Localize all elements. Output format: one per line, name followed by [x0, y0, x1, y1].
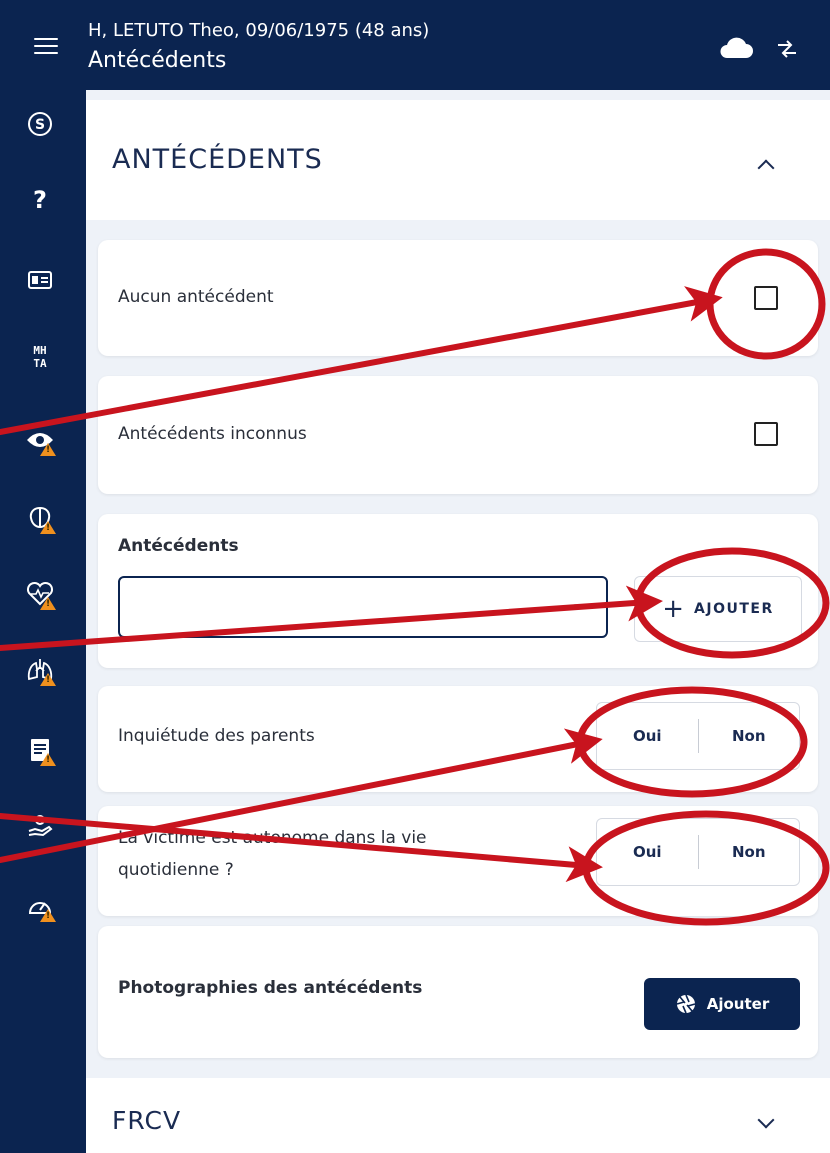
camera-aperture-icon — [676, 994, 695, 1014]
hand-care-icon[interactable] — [22, 808, 58, 844]
warning-icon — [40, 753, 56, 766]
parents-concern-toggle: Oui Non — [596, 702, 800, 770]
card-parents-concern: Inquiétude des parents Oui Non — [98, 686, 818, 792]
s-circle-icon[interactable]: S — [22, 106, 58, 142]
lungs-icon[interactable] — [22, 652, 58, 688]
svg-text:S: S — [35, 117, 45, 133]
unknown-history-label: Antécédents inconnus — [118, 424, 307, 444]
autonomy-label: La victime est autonome dans la vie quot… — [118, 822, 427, 886]
autonomy-yes-option[interactable]: Oui — [597, 843, 698, 861]
card-autonomy: La victime est autonome dans la vie quot… — [98, 806, 818, 916]
unknown-history-checkbox[interactable] — [754, 422, 778, 446]
add-photo-button[interactable]: Ajouter — [644, 978, 800, 1030]
add-history-label: AJOUTER — [694, 601, 774, 617]
warning-icon — [40, 673, 56, 686]
svg-text:MH: MH — [33, 344, 46, 357]
parents-concern-label: Inquiétude des parents — [118, 726, 315, 746]
autonomy-label-line2: quotidienne ? — [118, 860, 234, 880]
card-unknown-history: Antécédents inconnus — [98, 376, 818, 494]
parents-yes-option[interactable]: Oui — [597, 727, 698, 745]
add-photo-label: Ajouter — [706, 995, 770, 1013]
history-list-label: Antécédents — [118, 536, 239, 556]
add-history-button[interactable]: + AJOUTER — [634, 576, 802, 642]
cloud-icon[interactable] — [718, 36, 754, 60]
plus-icon: + — [662, 594, 685, 624]
chevron-up-icon[interactable] — [757, 159, 775, 177]
warning-icon — [40, 597, 56, 610]
sync-icon[interactable] — [776, 40, 798, 58]
card-history-list: Antécédents + AJOUTER — [98, 514, 818, 668]
card-photos: Photographies des antécédents Ajouter — [98, 926, 818, 1058]
eye-icon[interactable] — [22, 422, 58, 458]
autonomy-toggle: Oui Non — [596, 818, 800, 886]
warning-icon — [40, 521, 56, 534]
section-header-frcv[interactable]: FRCV — [86, 1078, 830, 1153]
gauge-icon[interactable] — [22, 888, 58, 924]
photos-label: Photographies des antécédents — [118, 978, 423, 998]
no-history-label: Aucun antécédent — [118, 287, 274, 307]
hamburger-menu-icon[interactable] — [34, 34, 58, 58]
question-icon[interactable]: ? — [22, 182, 58, 218]
frcv-title: FRCV — [112, 1106, 182, 1135]
autonomy-label-line1: La victime est autonome dans la vie — [118, 828, 427, 848]
no-history-checkbox[interactable] — [754, 286, 778, 310]
autonomy-no-option[interactable]: Non — [699, 843, 800, 861]
id-card-icon[interactable] — [22, 262, 58, 298]
chevron-down-icon[interactable] — [757, 1111, 775, 1129]
warning-icon — [40, 909, 56, 922]
document-icon[interactable] — [22, 732, 58, 768]
main-content: ANTÉCÉDENTS Aucun antécédent Antécédents… — [86, 90, 830, 1153]
top-bar: H, LETUTO Theo, 09/06/1975 (48 ans) Anté… — [0, 0, 830, 90]
card-no-history: Aucun antécédent — [98, 240, 818, 356]
warning-icon — [40, 443, 56, 456]
section-title: ANTÉCÉDENTS — [112, 144, 323, 175]
page-title: Antécédents — [88, 48, 227, 73]
patient-info: H, LETUTO Theo, 09/06/1975 (48 ans) — [88, 20, 430, 41]
svg-text:TA: TA — [33, 357, 47, 370]
mhta-icon[interactable]: MH TA — [22, 338, 58, 374]
sidebar: S ? MH TA — [0, 90, 82, 1153]
caret-down-icon — [574, 604, 584, 609]
brain-icon[interactable] — [22, 500, 58, 536]
parents-no-option[interactable]: Non — [699, 727, 800, 745]
heart-pulse-icon[interactable] — [22, 576, 58, 612]
section-header-antecedents[interactable]: ANTÉCÉDENTS — [86, 100, 830, 220]
history-combobox[interactable] — [118, 576, 608, 638]
